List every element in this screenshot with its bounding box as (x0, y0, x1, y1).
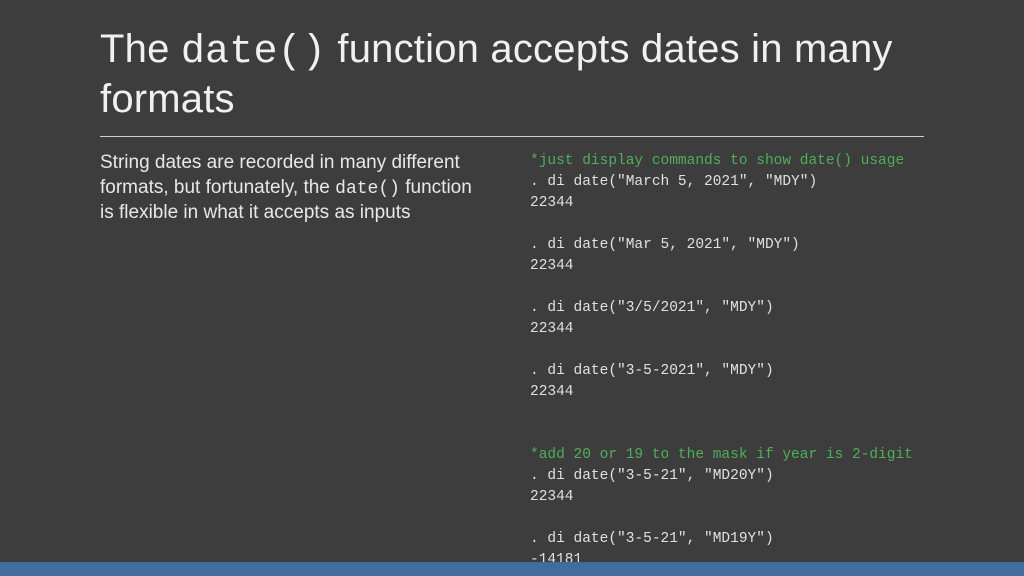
code-comment: *add 20 or 19 to the mask if year is 2-d… (530, 447, 913, 463)
body-text: String dates are recorded in many differ… (100, 151, 490, 571)
code-comment: *just display commands to show date() us… (530, 153, 904, 169)
code-output: 22344 (530, 384, 574, 400)
title-rule (100, 136, 924, 137)
title-pre: The (100, 27, 181, 71)
code-output: 22344 (530, 258, 574, 274)
slide-title: The date() function accepts dates in man… (100, 26, 924, 122)
code-output: 22344 (530, 195, 574, 211)
code-line: . di date("3-5-2021", "MDY") (530, 363, 774, 379)
code-line: . di date("March 5, 2021", "MDY") (530, 174, 817, 190)
body-code: date() (335, 179, 400, 199)
code-line: . di date("Mar 5, 2021", "MDY") (530, 237, 800, 253)
code-output: 22344 (530, 489, 574, 505)
code-line: . di date("3/5/2021", "MDY") (530, 300, 774, 316)
footer-accent-bar (0, 562, 1024, 576)
code-line: . di date("3-5-21", "MD19Y") (530, 531, 774, 547)
title-code: date() (181, 30, 326, 75)
code-column: *just display commands to show date() us… (530, 151, 924, 571)
code-line: . di date("3-5-21", "MD20Y") (530, 468, 774, 484)
code-block: *just display commands to show date() us… (530, 151, 924, 571)
slide: The date() function accepts dates in man… (0, 0, 1024, 571)
code-output: 22344 (530, 321, 574, 337)
content-columns: String dates are recorded in many differ… (100, 151, 924, 571)
